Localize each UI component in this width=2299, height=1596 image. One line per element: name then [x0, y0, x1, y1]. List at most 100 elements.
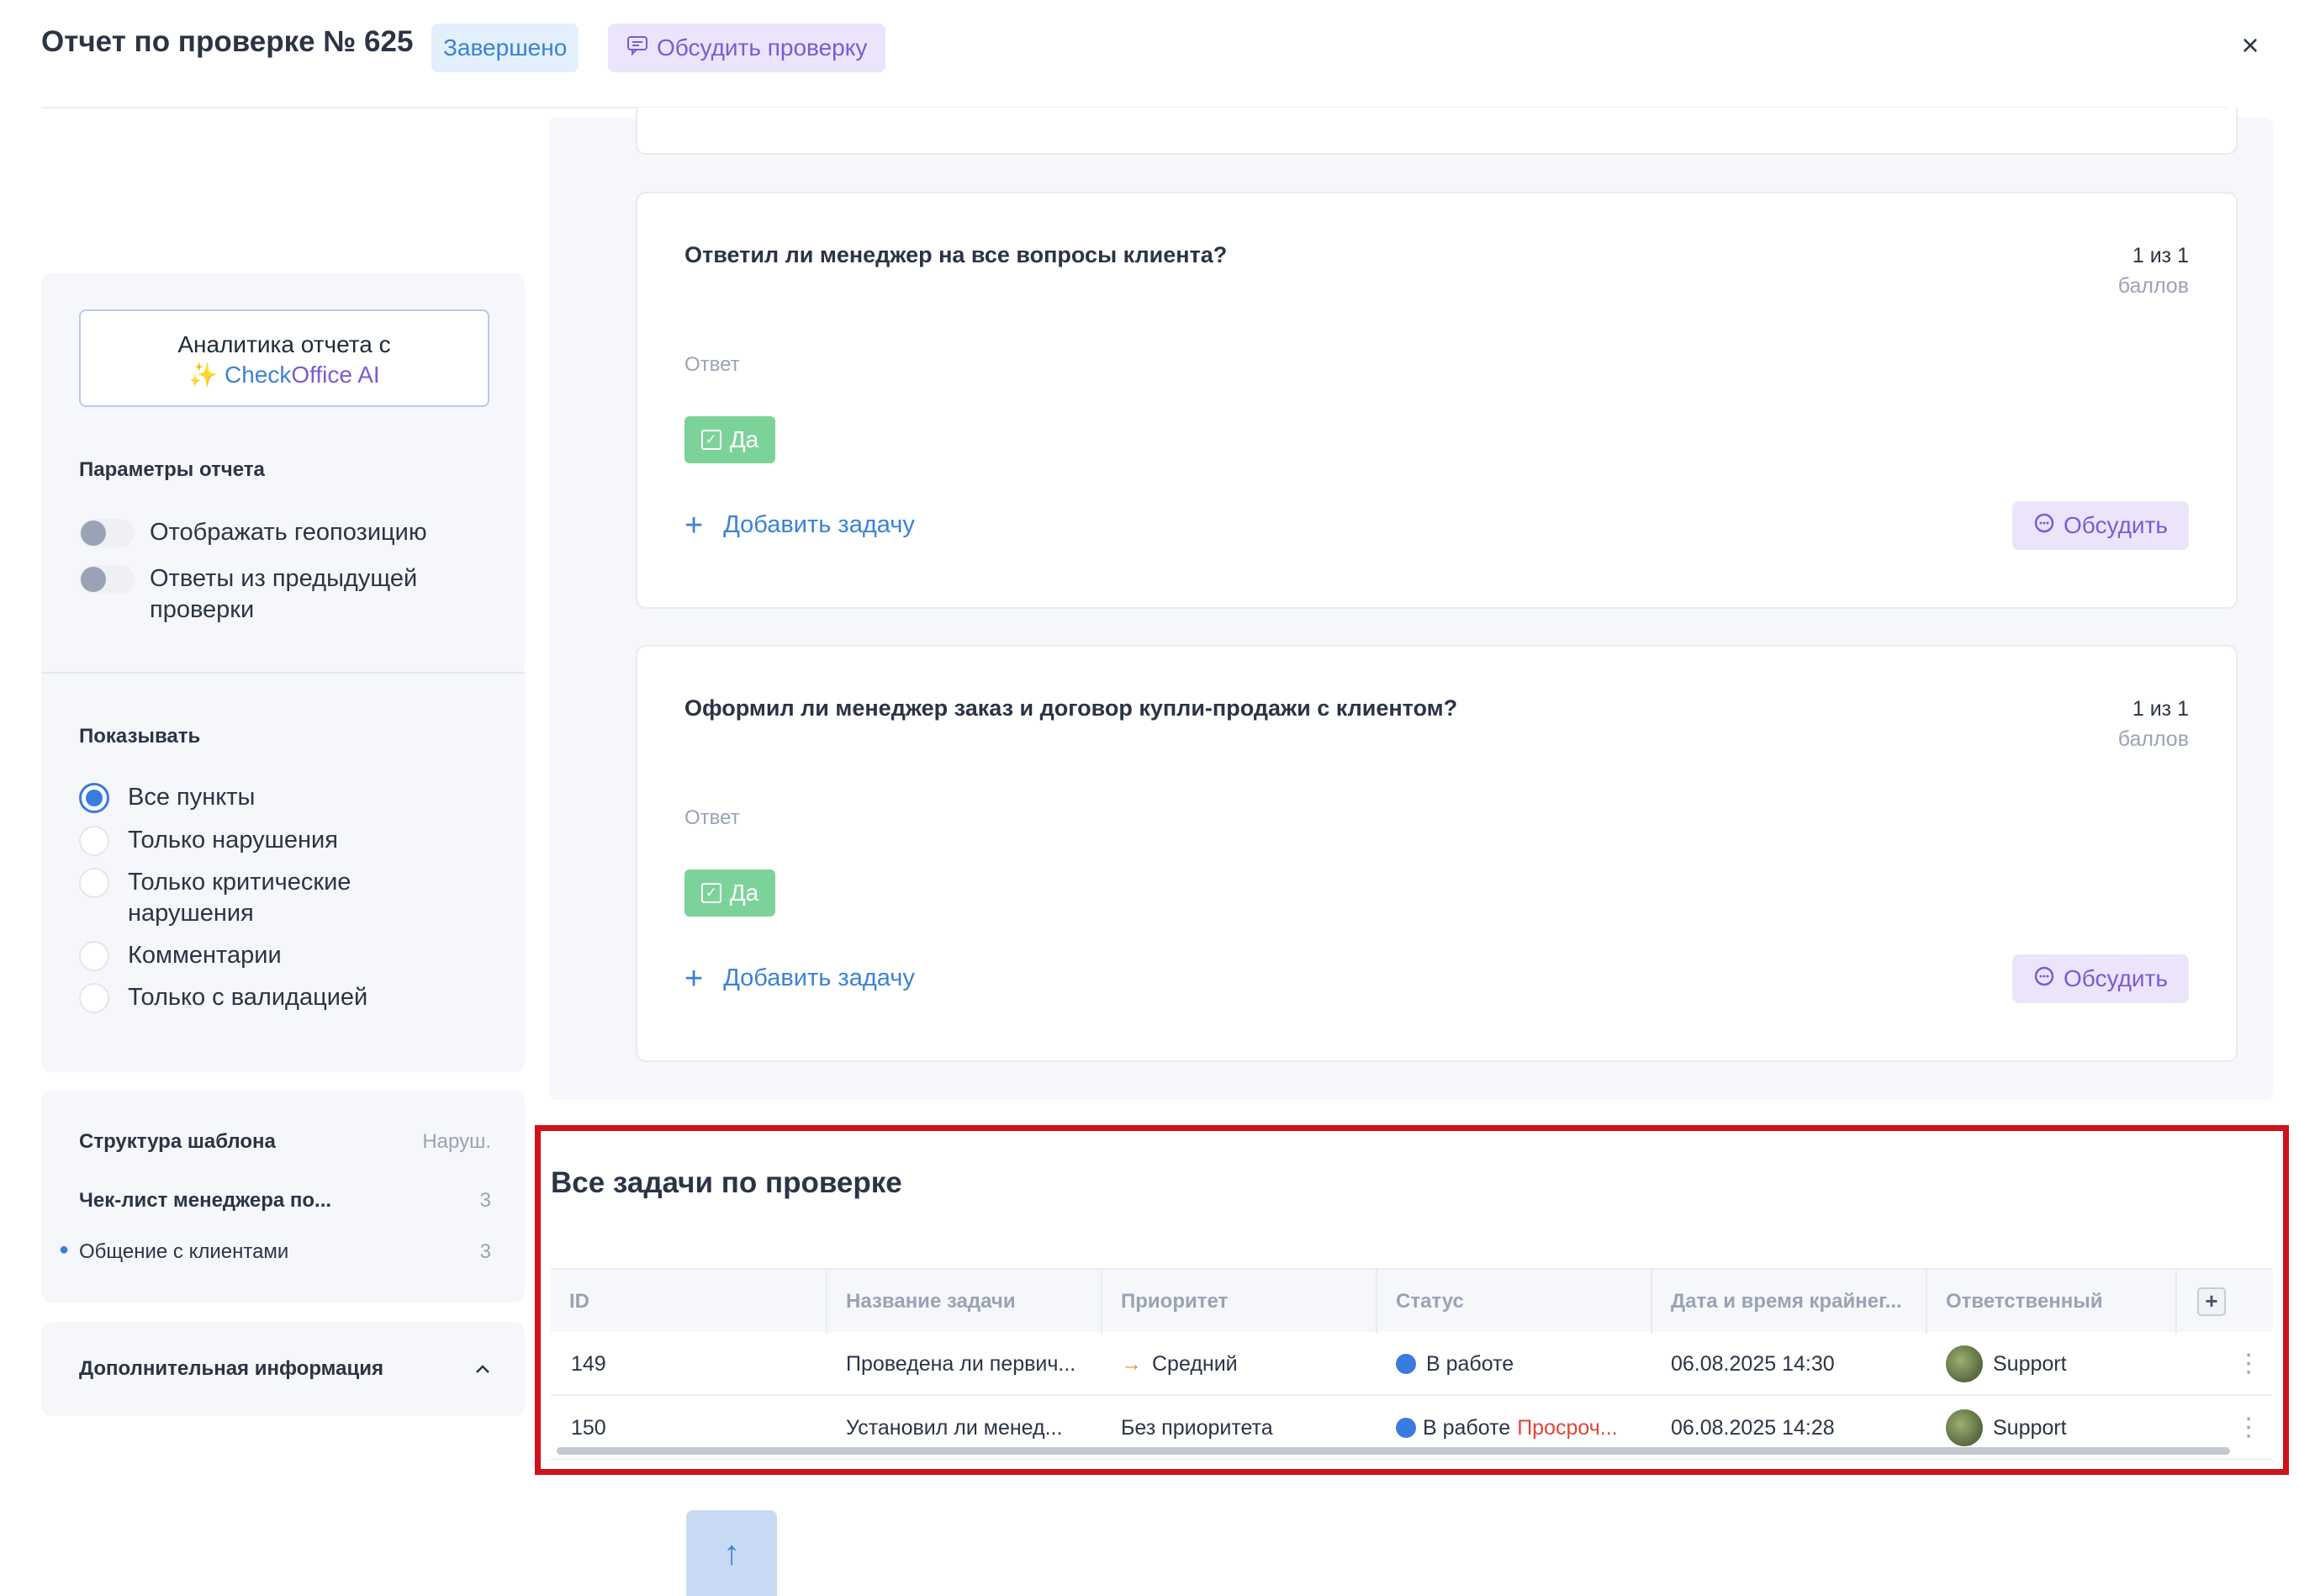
- chevron-up-icon[interactable]: [474, 1357, 491, 1381]
- sparkle-icon: ✨: [188, 362, 219, 388]
- structure-item-text: Общение с клиентами: [79, 1240, 289, 1263]
- chat-icon: [626, 24, 648, 72]
- bullet-icon: ●: [59, 1240, 70, 1259]
- panel-divider: [41, 672, 525, 674]
- report-params-panel: Аналитика отчета с ✨ CheckOffice AI Пара…: [41, 273, 525, 1072]
- toggle-switch[interactable]: [79, 519, 135, 547]
- question-title: Оформил ли менеджер заказ и договор купл…: [684, 695, 1458, 721]
- status-label: В работе: [1426, 1352, 1514, 1376]
- score-unit: баллов: [2117, 727, 2189, 751]
- cell-priority: → Средний: [1101, 1332, 1238, 1396]
- add-task-label: Добавить задачу: [723, 964, 915, 991]
- status-dot-icon: [1396, 1418, 1416, 1438]
- close-icon[interactable]: ×: [2235, 30, 2265, 61]
- structure-item-count: 3: [479, 1189, 491, 1212]
- answer-chip: ✓ Да: [684, 869, 775, 917]
- toggle-geoposition[interactable]: Отображать геопозицию: [79, 517, 427, 548]
- column-header-id[interactable]: ID: [551, 1270, 826, 1334]
- scroll-to-top-button[interactable]: ↑: [686, 1510, 777, 1596]
- answer-value: Да: [729, 426, 759, 452]
- structure-item-label: Чек-лист менеджера по...: [79, 1189, 332, 1212]
- answer-chip: ✓ Да: [684, 416, 775, 463]
- toggle-label: Ответы из предыдущей проверки: [150, 565, 418, 623]
- avatar: [1946, 1409, 1983, 1446]
- kebab-menu-icon[interactable]: ⋮: [2216, 1332, 2261, 1396]
- table-row[interactable]: 149 Проведена ли первич... → Средний В р…: [551, 1332, 2273, 1396]
- radio-button[interactable]: [79, 941, 109, 971]
- plus-icon: +: [684, 960, 704, 996]
- status-badge: Завершено: [431, 24, 579, 72]
- tasks-title: Все задачи по проверке: [551, 1166, 902, 1199]
- horizontal-scrollbar[interactable]: [557, 1447, 2230, 1455]
- radio-label: Только нарушения: [128, 827, 338, 853]
- radio-button[interactable]: [79, 826, 109, 856]
- assignee-name: Support: [1993, 1352, 2067, 1376]
- ai-analytics-button[interactable]: Аналитика отчета с ✨ CheckOffice AI: [79, 309, 489, 407]
- plus-icon: +: [684, 507, 704, 543]
- discuss-button[interactable]: Обсудить: [2012, 501, 2189, 550]
- radio-label: Только с валидацией: [128, 984, 368, 1011]
- cell-id: 149: [571, 1352, 606, 1376]
- structure-col-label: Наруш.: [422, 1130, 491, 1153]
- toggle-switch[interactable]: [79, 565, 135, 594]
- radio-button[interactable]: [79, 783, 109, 813]
- radio-critical-only[interactable]: Только критические нарушения: [79, 867, 397, 929]
- extra-info-header[interactable]: Дополнительная информация: [79, 1357, 491, 1381]
- avatar: [1946, 1345, 1983, 1382]
- question-score: 1 из 1 баллов: [2118, 240, 2189, 301]
- answer-label: Ответ: [684, 353, 740, 376]
- ai-brand-check: Check: [224, 362, 292, 388]
- discuss-inspection-button[interactable]: Обсудить проверку: [608, 24, 886, 72]
- cell-assignee: Support: [1926, 1332, 2067, 1396]
- structure-item-checklist[interactable]: Чек-лист менеджера по... 3: [79, 1189, 491, 1213]
- structure-header: Структура шаблона Наруш.: [79, 1130, 491, 1154]
- structure-item-label: ● Общение с клиентами: [59, 1240, 289, 1264]
- question-card: Ответил ли менеджер на все вопросы клиен…: [636, 192, 2238, 609]
- column-header-deadline[interactable]: Дата и время крайнег...: [1651, 1270, 1926, 1334]
- score-unit: баллов: [2117, 274, 2189, 298]
- ai-brand-office: Office AI: [291, 362, 380, 388]
- question-score: 1 из 1 баллов: [2118, 694, 2189, 754]
- discuss-inspection-label: Обсудить проверку: [657, 34, 868, 61]
- add-column-button[interactable]: +: [2197, 1287, 2226, 1316]
- radio-button[interactable]: [79, 983, 109, 1013]
- arrow-right-icon: →: [1121, 1352, 1142, 1376]
- chat-bubble-icon: [2033, 512, 2055, 540]
- modal-header: Отчет по проверке № 625 Завершено Обсуди…: [0, 0, 2299, 108]
- column-header-priority[interactable]: Приоритет: [1101, 1270, 1376, 1334]
- radio-all-items[interactable]: Все пункты: [79, 782, 255, 813]
- column-header-assignee[interactable]: Ответственный: [1926, 1270, 2175, 1334]
- table-header: ID Название задачи Приоритет Статус Дата…: [551, 1268, 2273, 1334]
- column-header-name[interactable]: Название задачи: [826, 1270, 1101, 1334]
- template-structure-panel: Структура шаблона Наруш. Чек-лист менедж…: [41, 1091, 525, 1303]
- priority-label: Средний: [1152, 1352, 1238, 1376]
- score-value: 1 из 1: [2132, 244, 2189, 267]
- structure-item-section[interactable]: ● Общение с клиентами 3: [59, 1240, 491, 1264]
- toggle-label: Отображать геопозицию: [150, 519, 427, 546]
- show-title: Показывать: [79, 725, 201, 748]
- column-header-status[interactable]: Статус: [1376, 1270, 1651, 1334]
- question-card: Оформил ли менеджер заказ и договор купл…: [636, 645, 2238, 1062]
- radio-validation-only[interactable]: Только с валидацией: [79, 982, 367, 1013]
- radio-label: Только критические нарушения: [128, 869, 351, 927]
- toggle-previous-answers[interactable]: Ответы из предыдущей проверки: [79, 563, 457, 626]
- answer-value: Да: [729, 880, 759, 906]
- add-task-button[interactable]: + Добавить задачу: [684, 507, 915, 543]
- params-title: Параметры отчета: [79, 458, 265, 481]
- add-task-label: Добавить задачу: [723, 511, 915, 538]
- question-title: Ответил ли менеджер на все вопросы клиен…: [684, 242, 1228, 267]
- status-dot-icon: [1396, 1354, 1416, 1374]
- extra-info-panel[interactable]: Дополнительная информация: [41, 1322, 525, 1416]
- radio-label: Все пункты: [128, 784, 256, 811]
- add-column-cell: +: [2175, 1270, 2273, 1334]
- radio-button[interactable]: [79, 868, 109, 898]
- checkbox-icon: ✓: [700, 430, 721, 450]
- ai-analytics-label: Аналитика отчета с: [177, 331, 391, 357]
- radio-label: Комментарии: [128, 942, 282, 969]
- checkbox-icon: ✓: [700, 883, 721, 903]
- radio-comments[interactable]: Комментарии: [79, 940, 282, 971]
- discuss-button[interactable]: Обсудить: [2012, 954, 2189, 1003]
- add-task-button[interactable]: + Добавить задачу: [684, 960, 915, 996]
- radio-violations-only[interactable]: Только нарушения: [79, 825, 338, 856]
- cell-deadline: 06.08.2025 14:30: [1671, 1352, 1835, 1376]
